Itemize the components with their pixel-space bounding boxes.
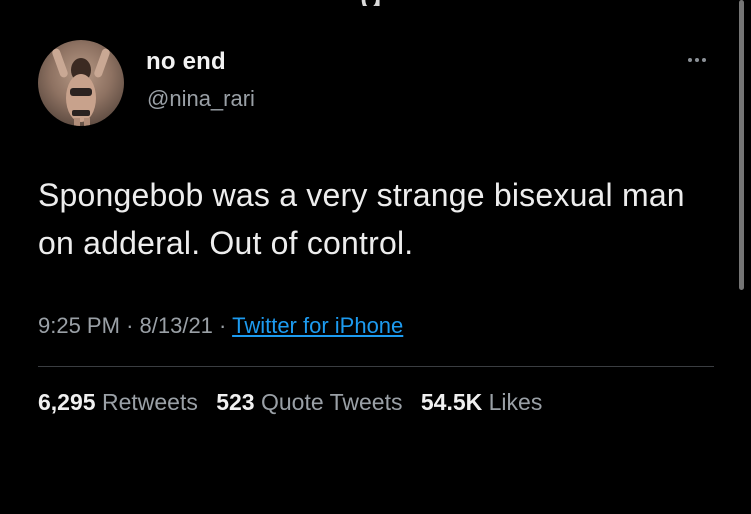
scrollbar[interactable]	[739, 0, 744, 290]
tweet-text: Spongebob was a very strange bisexual ma…	[38, 177, 685, 261]
tweet-date[interactable]: 8/13/21	[140, 313, 213, 338]
likes-count: 54.5K	[420, 389, 483, 415]
tweet-time[interactable]: 9:25 PM	[38, 313, 120, 338]
meta-separator: ·	[219, 313, 227, 338]
quote-tweets-stat[interactable]: 523 Quote Tweets	[216, 389, 409, 415]
retweets-count: 6,295	[38, 389, 96, 415]
likes-stat[interactable]: 54.5K Likes	[421, 389, 542, 415]
tweet-source-link[interactable]: Twitter for iPhone	[232, 313, 403, 338]
avatar[interactable]	[38, 40, 124, 126]
quote-tweets-count: 523	[216, 389, 255, 415]
retweets-label: Retweets	[101, 389, 198, 415]
engagement-stats: 6,295 Retweets 523 Quote Tweets 54.5K Li…	[38, 389, 554, 416]
likes-label: Likes	[488, 389, 543, 415]
meta-separator: ·	[126, 313, 134, 338]
quote-tweets-label: Quote Tweets	[260, 389, 403, 415]
tweet-meta: 9:25 PM · 8/13/21 · Twitter for iPhone	[38, 313, 403, 339]
more-options-icon[interactable]	[682, 50, 712, 70]
cropped-header-glyph: g	[360, 0, 440, 6]
user-handle[interactable]: @nina_rari	[147, 86, 255, 112]
retweets-stat[interactable]: 6,295 Retweets	[38, 389, 204, 415]
divider	[38, 366, 714, 367]
display-name[interactable]: no end	[146, 48, 226, 76]
avatar-photo	[52, 48, 110, 126]
